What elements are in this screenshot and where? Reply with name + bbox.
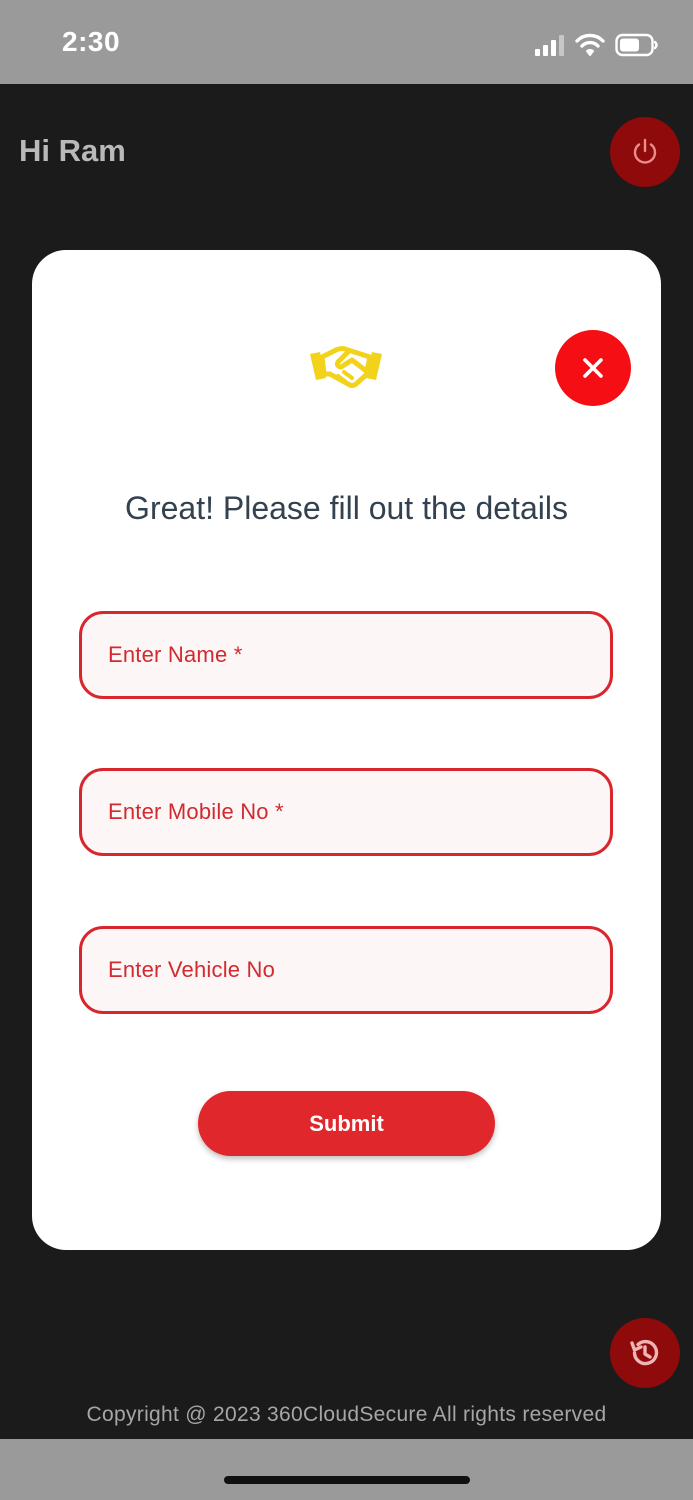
power-icon: [633, 138, 657, 164]
battery-icon: [615, 33, 658, 57]
home-bar-area: [0, 1439, 693, 1500]
status-time: 2:30: [62, 26, 121, 57]
modal-title: Great! Please fill out the details: [125, 490, 568, 526]
home-indicator[interactable]: [224, 1476, 470, 1484]
signal-icon: [535, 35, 564, 56]
mobile-field[interactable]: Enter Mobile No *: [79, 768, 613, 856]
status-icons: [535, 30, 659, 60]
app-screen: 2:30 Hi Ram Great! Please fill out the d…: [0, 0, 693, 1500]
wifi-icon: [575, 33, 605, 56]
close-button[interactable]: [555, 330, 631, 406]
logout-button[interactable]: [610, 117, 680, 187]
close-icon: [583, 358, 603, 378]
status-bar: 2:30: [0, 0, 693, 84]
vehicle-field[interactable]: Enter Vehicle No: [79, 926, 613, 1014]
greeting-text: Hi Ram: [19, 133, 126, 168]
details-modal: Great! Please fill out the details Enter…: [32, 250, 661, 1250]
copyright-text: Copyright @ 2023 360CloudSecure All righ…: [86, 1403, 607, 1426]
handshake-icon: [310, 346, 382, 388]
submit-button[interactable]: Submit: [198, 1091, 495, 1156]
history-icon: [630, 1339, 659, 1366]
history-button[interactable]: [610, 1318, 680, 1388]
name-field[interactable]: Enter Name *: [79, 611, 613, 699]
